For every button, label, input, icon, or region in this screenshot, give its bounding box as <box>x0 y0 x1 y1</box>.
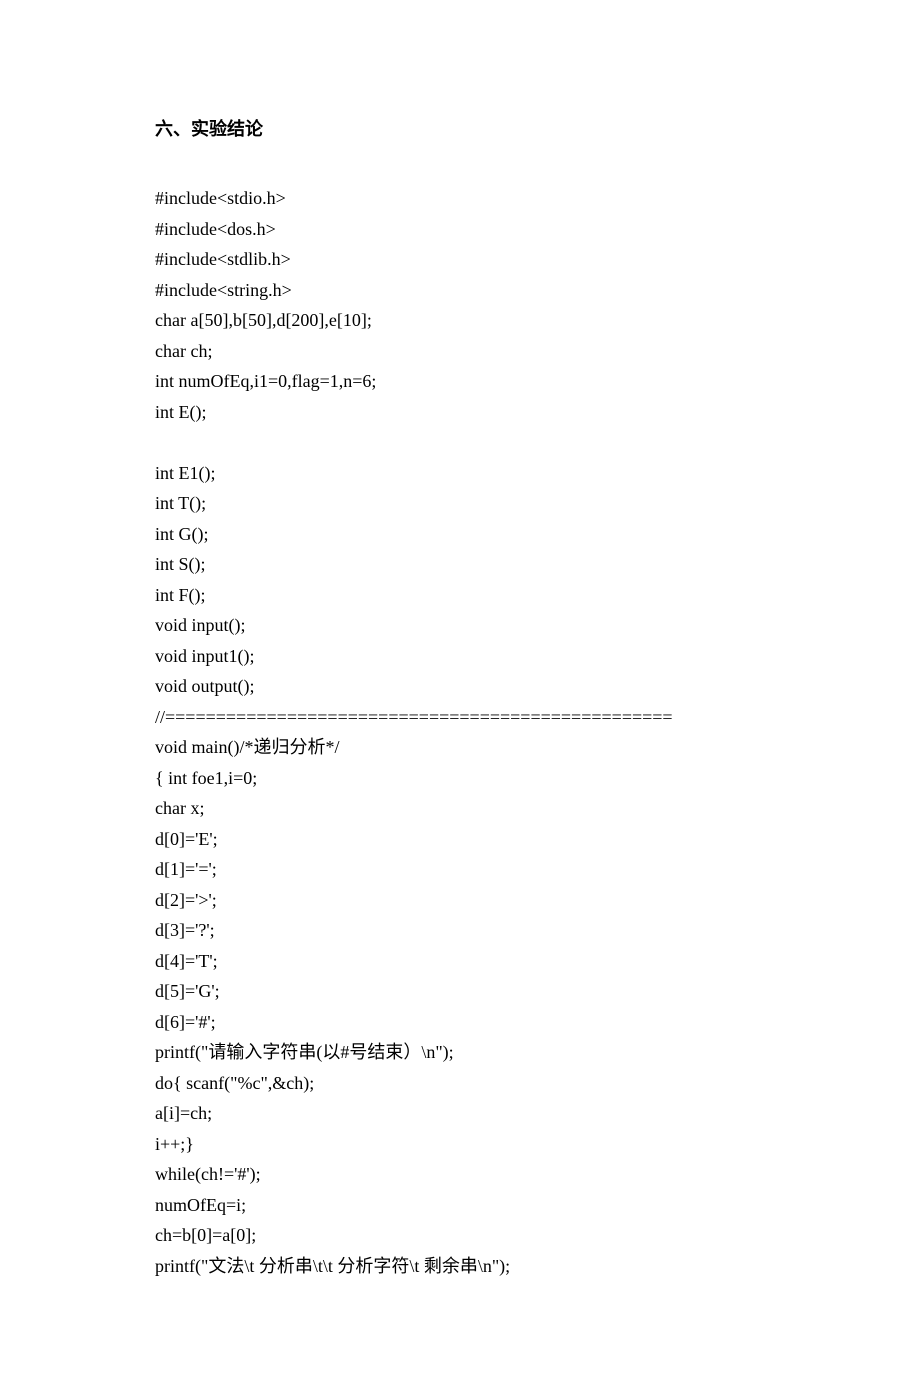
code-line: printf("请输入字符串(以#号结束）\n"); <box>155 1037 765 1068</box>
code-line: int S(); <box>155 549 765 580</box>
code-line: int E(); <box>155 397 765 428</box>
code-line: { int foe1,i=0; <box>155 763 765 794</box>
code-line: void output(); <box>155 671 765 702</box>
code-line: int G(); <box>155 519 765 550</box>
code-line: #include<string.h> <box>155 275 765 306</box>
code-line: d[5]='G'; <box>155 976 765 1007</box>
code-line: char x; <box>155 793 765 824</box>
code-block: #include<stdio.h>#include<dos.h>#include… <box>155 183 765 1281</box>
code-line: d[4]='T'; <box>155 946 765 977</box>
code-line: void input1(); <box>155 641 765 672</box>
code-line: char ch; <box>155 336 765 367</box>
section-heading: 六、实验结论 <box>155 115 765 141</box>
blank-line <box>155 427 765 458</box>
code-line: #include<stdio.h> <box>155 183 765 214</box>
code-line: //======================================… <box>155 702 765 733</box>
code-line: printf("文法\t 分析串\t\t 分析字符\t 剩余串\n"); <box>155 1251 765 1282</box>
code-line: int numOfEq,i1=0,flag=1,n=6; <box>155 366 765 397</box>
code-line: int T(); <box>155 488 765 519</box>
code-line: d[2]='>'; <box>155 885 765 916</box>
code-line: #include<dos.h> <box>155 214 765 245</box>
code-line: i++;} <box>155 1129 765 1160</box>
code-line: d[6]='#'; <box>155 1007 765 1038</box>
code-line: int E1(); <box>155 458 765 489</box>
code-line: do{ scanf("%c",&ch); <box>155 1068 765 1099</box>
code-line: a[i]=ch; <box>155 1098 765 1129</box>
code-line: char a[50],b[50],d[200],e[10]; <box>155 305 765 336</box>
code-line: numOfEq=i; <box>155 1190 765 1221</box>
code-line: void input(); <box>155 610 765 641</box>
code-line: void main()/*递归分析*/ <box>155 732 765 763</box>
code-line: #include<stdlib.h> <box>155 244 765 275</box>
code-line: d[3]='?'; <box>155 915 765 946</box>
code-line: while(ch!='#'); <box>155 1159 765 1190</box>
code-line: int F(); <box>155 580 765 611</box>
document-page: 六、实验结论 #include<stdio.h>#include<dos.h>#… <box>0 0 920 1381</box>
code-line: d[0]='E'; <box>155 824 765 855</box>
code-line: d[1]='='; <box>155 854 765 885</box>
code-line: ch=b[0]=a[0]; <box>155 1220 765 1251</box>
